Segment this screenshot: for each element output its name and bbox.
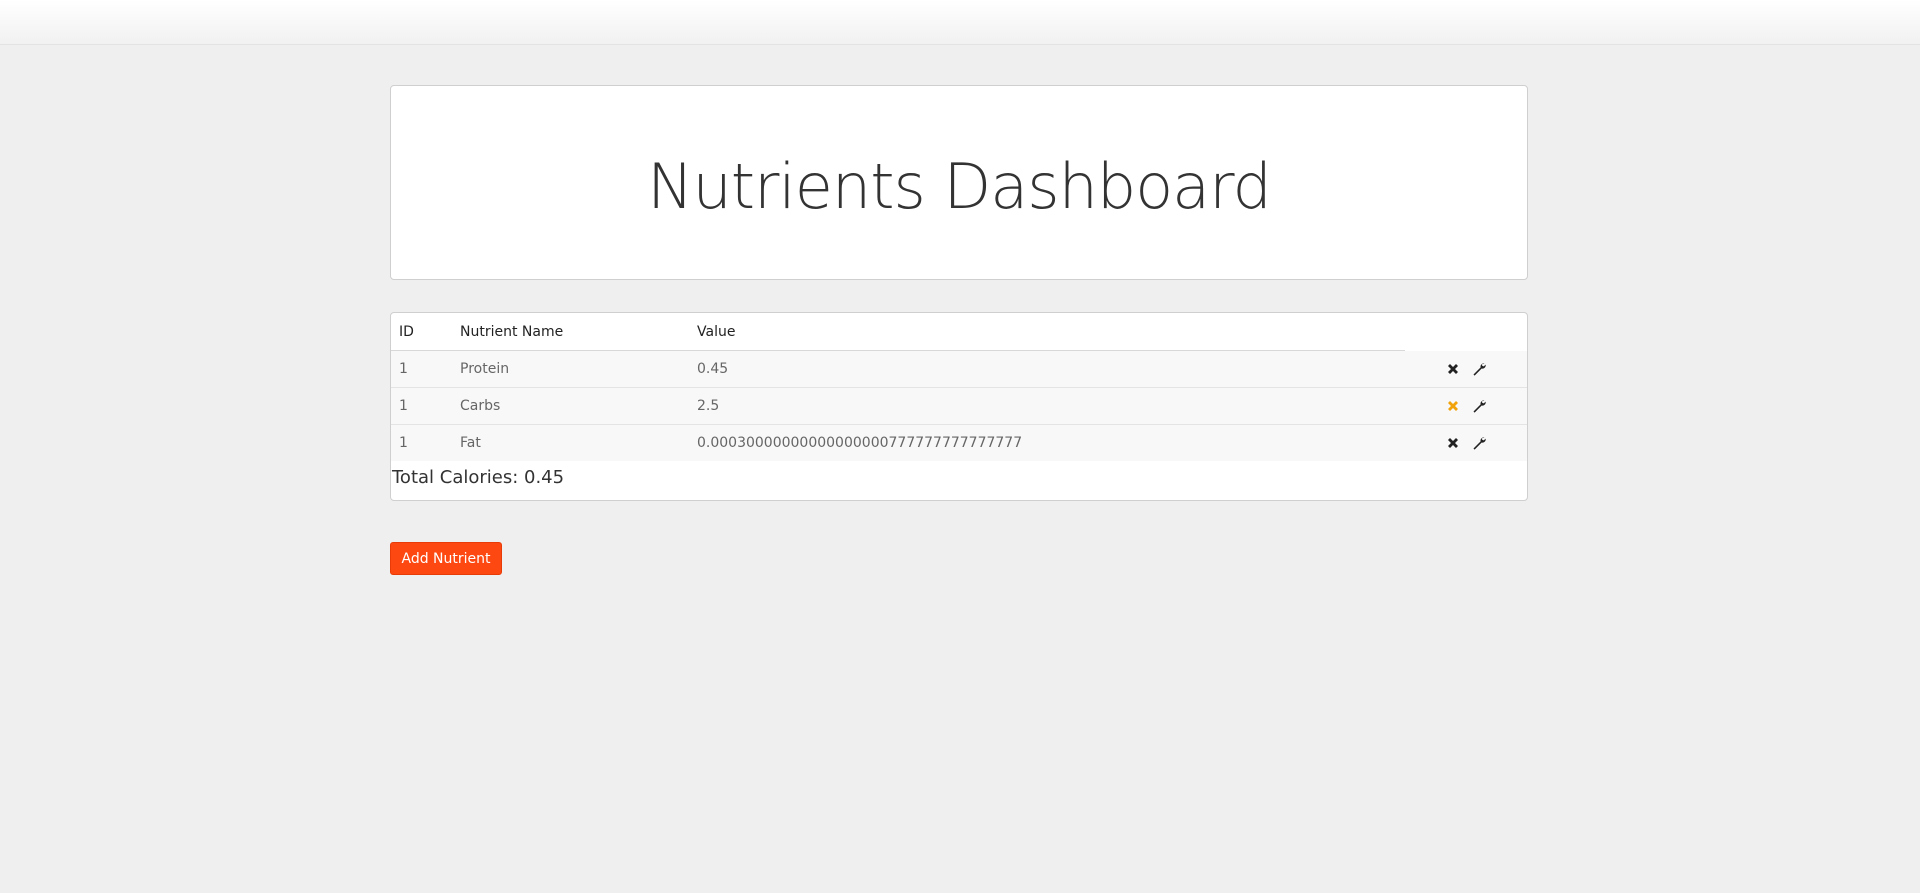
cell-actions — [1405, 350, 1527, 388]
cell-value: 2.5 — [689, 387, 1405, 425]
close-icon[interactable] — [1445, 398, 1461, 414]
page-title: Nutrients Dashboard — [647, 150, 1272, 223]
add-nutrient-button[interactable]: Add Nutrient — [390, 542, 502, 575]
cell-id: 1 — [391, 387, 452, 425]
table-row: 1 Protein 0.45 — [391, 350, 1527, 388]
header-actions — [1405, 313, 1527, 351]
wrench-icon[interactable] — [1471, 435, 1487, 451]
close-icon[interactable] — [1445, 435, 1461, 451]
cell-id: 1 — [391, 350, 452, 388]
header-panel: Nutrients Dashboard — [390, 85, 1528, 280]
cell-id: 1 — [391, 424, 452, 461]
total-calories: Total Calories: 0.45 — [392, 467, 565, 488]
cell-name: Fat — [452, 424, 689, 461]
table-row: 1 Carbs 2.5 — [391, 387, 1527, 425]
wrench-icon[interactable] — [1471, 398, 1487, 414]
cell-value: 0.45 — [689, 350, 1405, 388]
table-row: 1 Fat 0.00030000000000000000777777777777… — [391, 424, 1527, 461]
top-navbar — [0, 0, 1920, 45]
nutrients-panel: ID Nutrient Name Value 1 Protein 0.45 1 … — [390, 312, 1528, 501]
table-header-row: ID Nutrient Name Value — [391, 313, 1527, 351]
wrench-icon[interactable] — [1471, 361, 1487, 377]
header-id: ID — [391, 313, 452, 351]
cell-name: Carbs — [452, 387, 689, 425]
close-icon[interactable] — [1445, 361, 1461, 377]
cell-name: Protein — [452, 350, 689, 388]
header-value: Value — [689, 313, 1405, 351]
header-nutrient-name: Nutrient Name — [452, 313, 689, 351]
cell-value: 0.00030000000000000000777777777777777 — [689, 424, 1405, 461]
cell-actions — [1405, 424, 1527, 461]
cell-actions — [1405, 387, 1527, 425]
nutrients-table: ID Nutrient Name Value 1 Protein 0.45 1 … — [391, 313, 1527, 461]
